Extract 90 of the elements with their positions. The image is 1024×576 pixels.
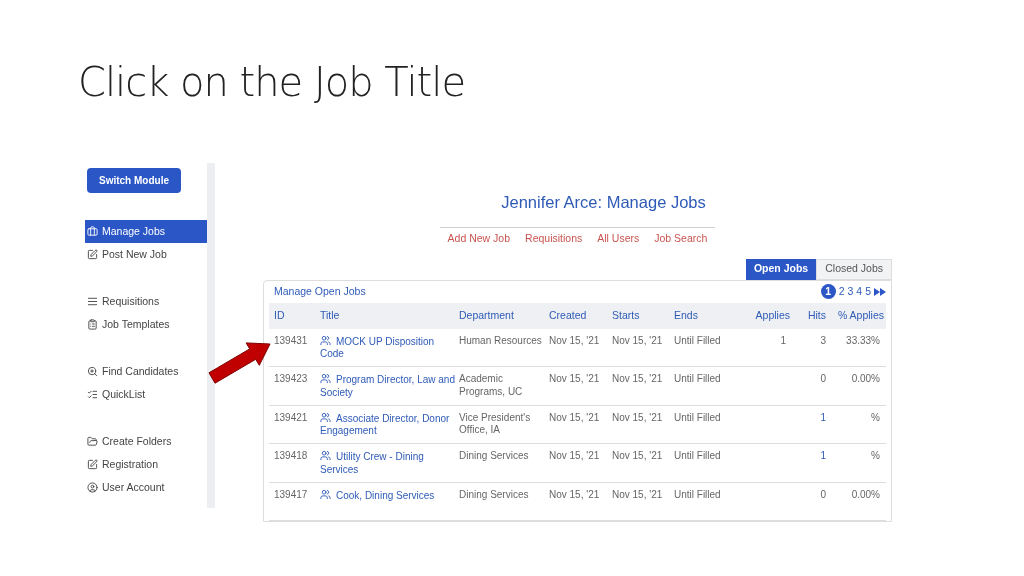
slide-title: Click on the Job Title: [78, 58, 466, 106]
table-cell-text: 139431: [274, 334, 309, 347]
user-icon: [87, 482, 98, 493]
briefcase-icon: [87, 226, 98, 237]
page-link[interactable]: 4: [856, 283, 863, 300]
fast-forward-icon[interactable]: [874, 287, 886, 296]
checklist-icon: [87, 389, 98, 400]
hits-link[interactable]: 1: [790, 411, 826, 424]
folder-icon: [87, 436, 98, 447]
job-title-link[interactable]: Cook, Dining Services: [320, 488, 435, 502]
column-header: Ends: [674, 307, 699, 323]
table-cell-text: Vice President's Office, IA: [459, 411, 532, 437]
job-title-link[interactable]: Utility Crew - Dining Services: [320, 450, 455, 476]
edit-icon: [87, 249, 98, 260]
table-cell-text: 0: [819, 488, 826, 501]
column-header: % Applies: [836, 307, 884, 323]
table-cell-text: 1: [779, 334, 787, 347]
table-cell-text: 0.00%: [850, 373, 881, 386]
table-cell-text: 139423: [274, 373, 309, 386]
edit-icon: [87, 459, 98, 470]
column-header: Applies: [754, 307, 790, 323]
page-link[interactable]: 3: [847, 283, 854, 300]
table-cell-text: 0: [819, 373, 826, 386]
table-cell-text: Nov 15, '21: [612, 334, 664, 347]
clipboard-icon: [87, 319, 98, 330]
table-cell-text: %: [870, 411, 881, 424]
people-icon: [320, 334, 331, 346]
table-cell-text: Nov 15, '21: [612, 450, 664, 463]
table-cell-text: Nov 15, '21: [549, 411, 601, 424]
column-header: Starts: [612, 307, 641, 323]
header-link[interactable]: Add New Job: [447, 230, 511, 247]
table-cell-text: Until Filled: [674, 373, 722, 386]
tab[interactable]: Open Jobs: [745, 258, 817, 280]
sidebar-item[interactable]: QuickList: [85, 383, 207, 406]
page-link[interactable]: 2: [838, 283, 845, 300]
table-cell-text: Until Filled: [674, 334, 722, 347]
sidebar-item[interactable]: Find Candidates: [85, 360, 207, 383]
lines-icon: [87, 296, 98, 307]
page-title: Jennifer Arce: Manage Jobs: [501, 192, 706, 213]
header-link[interactable]: Requisitions: [525, 230, 583, 247]
table-cell-text: 139421: [274, 411, 309, 424]
column-header: Department: [459, 307, 515, 323]
sidebar-item[interactable]: Job Templates: [85, 313, 207, 336]
page-link[interactable]: 1: [820, 284, 836, 299]
switch-module-button[interactable]: Switch Module: [87, 168, 181, 193]
column-header: Hits: [806, 307, 826, 323]
table-cell-text: Nov 15, '21: [612, 488, 664, 501]
header-link[interactable]: All Users: [597, 230, 640, 247]
column-header: Created: [549, 307, 588, 323]
sidebar-item[interactable]: Post New Job: [85, 243, 207, 266]
sidebar-item[interactable]: Requisitions: [85, 290, 207, 313]
pointer-arrow: [208, 342, 271, 384]
table-cell-text: Nov 15, '21: [549, 373, 601, 386]
people-icon: [320, 411, 331, 423]
table-cell-text: %: [870, 450, 881, 463]
table-cell-text: 3: [819, 334, 826, 347]
table-cell-text: Dining Services: [459, 450, 530, 463]
table-cell-text: 139417: [274, 488, 309, 501]
table-cell-text: 139418: [274, 450, 309, 463]
job-title-link[interactable]: MOCK UP Disposition Code: [320, 334, 455, 361]
hits-link[interactable]: 1: [790, 450, 826, 463]
table-cell-text: Human Resources: [459, 334, 543, 347]
panel-title: Manage Open Jobs: [274, 283, 366, 299]
table-cell-text: Nov 15, '21: [612, 411, 664, 424]
column-header: Title: [320, 307, 341, 323]
page-link[interactable]: 5: [865, 283, 871, 300]
table-cell-text: Nov 15, '21: [612, 373, 664, 386]
people-icon: [320, 488, 331, 500]
job-title-link[interactable]: Program Director, Law and Society: [320, 373, 455, 399]
sidebar-item[interactable]: Registration: [85, 453, 207, 476]
job-title-link[interactable]: Associate Director, Donor Engagement: [320, 411, 455, 438]
table-cell-text: Until Filled: [674, 488, 722, 501]
table-cell-text: Dining Services: [459, 488, 530, 501]
table-cell-text: Academic Programs, UC: [459, 373, 524, 398]
sidebar-item[interactable]: Manage Jobs: [85, 220, 207, 243]
tab[interactable]: Closed Jobs: [816, 258, 892, 280]
people-icon: [320, 373, 331, 384]
header-link[interactable]: Job Search: [654, 230, 708, 247]
sidebar-item[interactable]: User Account: [85, 476, 207, 499]
table-cell-text: Nov 15, '21: [549, 334, 601, 347]
table-cell-text: 0.00%: [850, 488, 881, 501]
zoom-in-icon: [87, 366, 98, 377]
table-cell-text: Until Filled: [674, 450, 722, 463]
people-icon: [320, 450, 331, 461]
column-header: ID: [274, 307, 286, 323]
table-cell-text: Nov 15, '21: [549, 450, 601, 463]
sidebar-item[interactable]: Create Folders: [85, 430, 207, 453]
table-cell-text: 33.33%: [845, 334, 881, 347]
table-cell-text: Until Filled: [674, 411, 722, 424]
table-cell-text: Nov 15, '21: [549, 488, 601, 501]
